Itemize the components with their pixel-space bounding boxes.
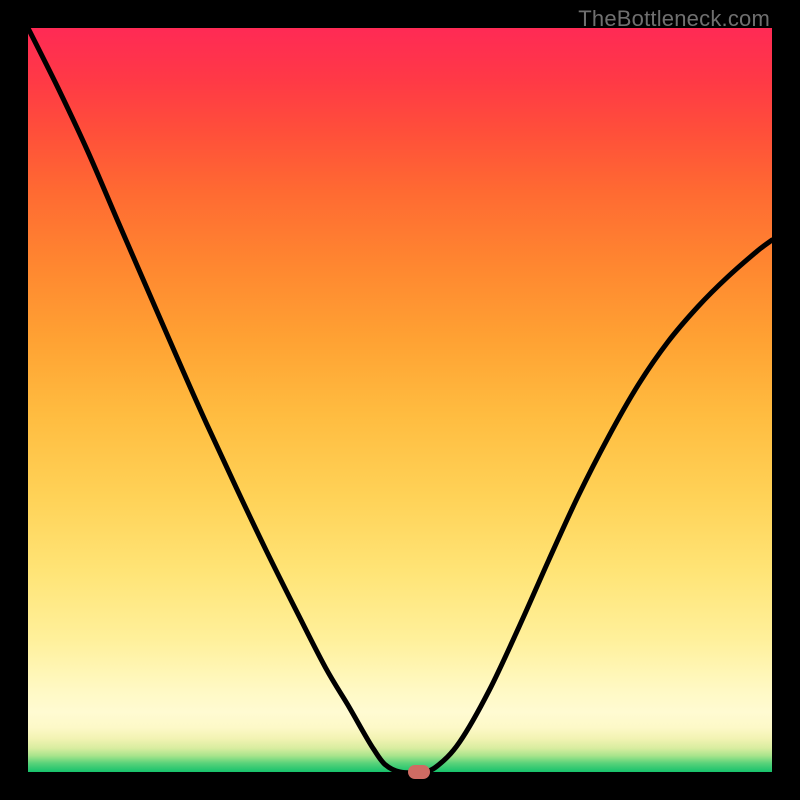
bottleneck-curve bbox=[28, 28, 772, 772]
chart-frame: TheBottleneck.com bbox=[0, 0, 800, 800]
gradient-plot-area bbox=[28, 28, 772, 772]
optimal-point-marker bbox=[408, 765, 430, 779]
watermark-text: TheBottleneck.com bbox=[578, 6, 770, 32]
